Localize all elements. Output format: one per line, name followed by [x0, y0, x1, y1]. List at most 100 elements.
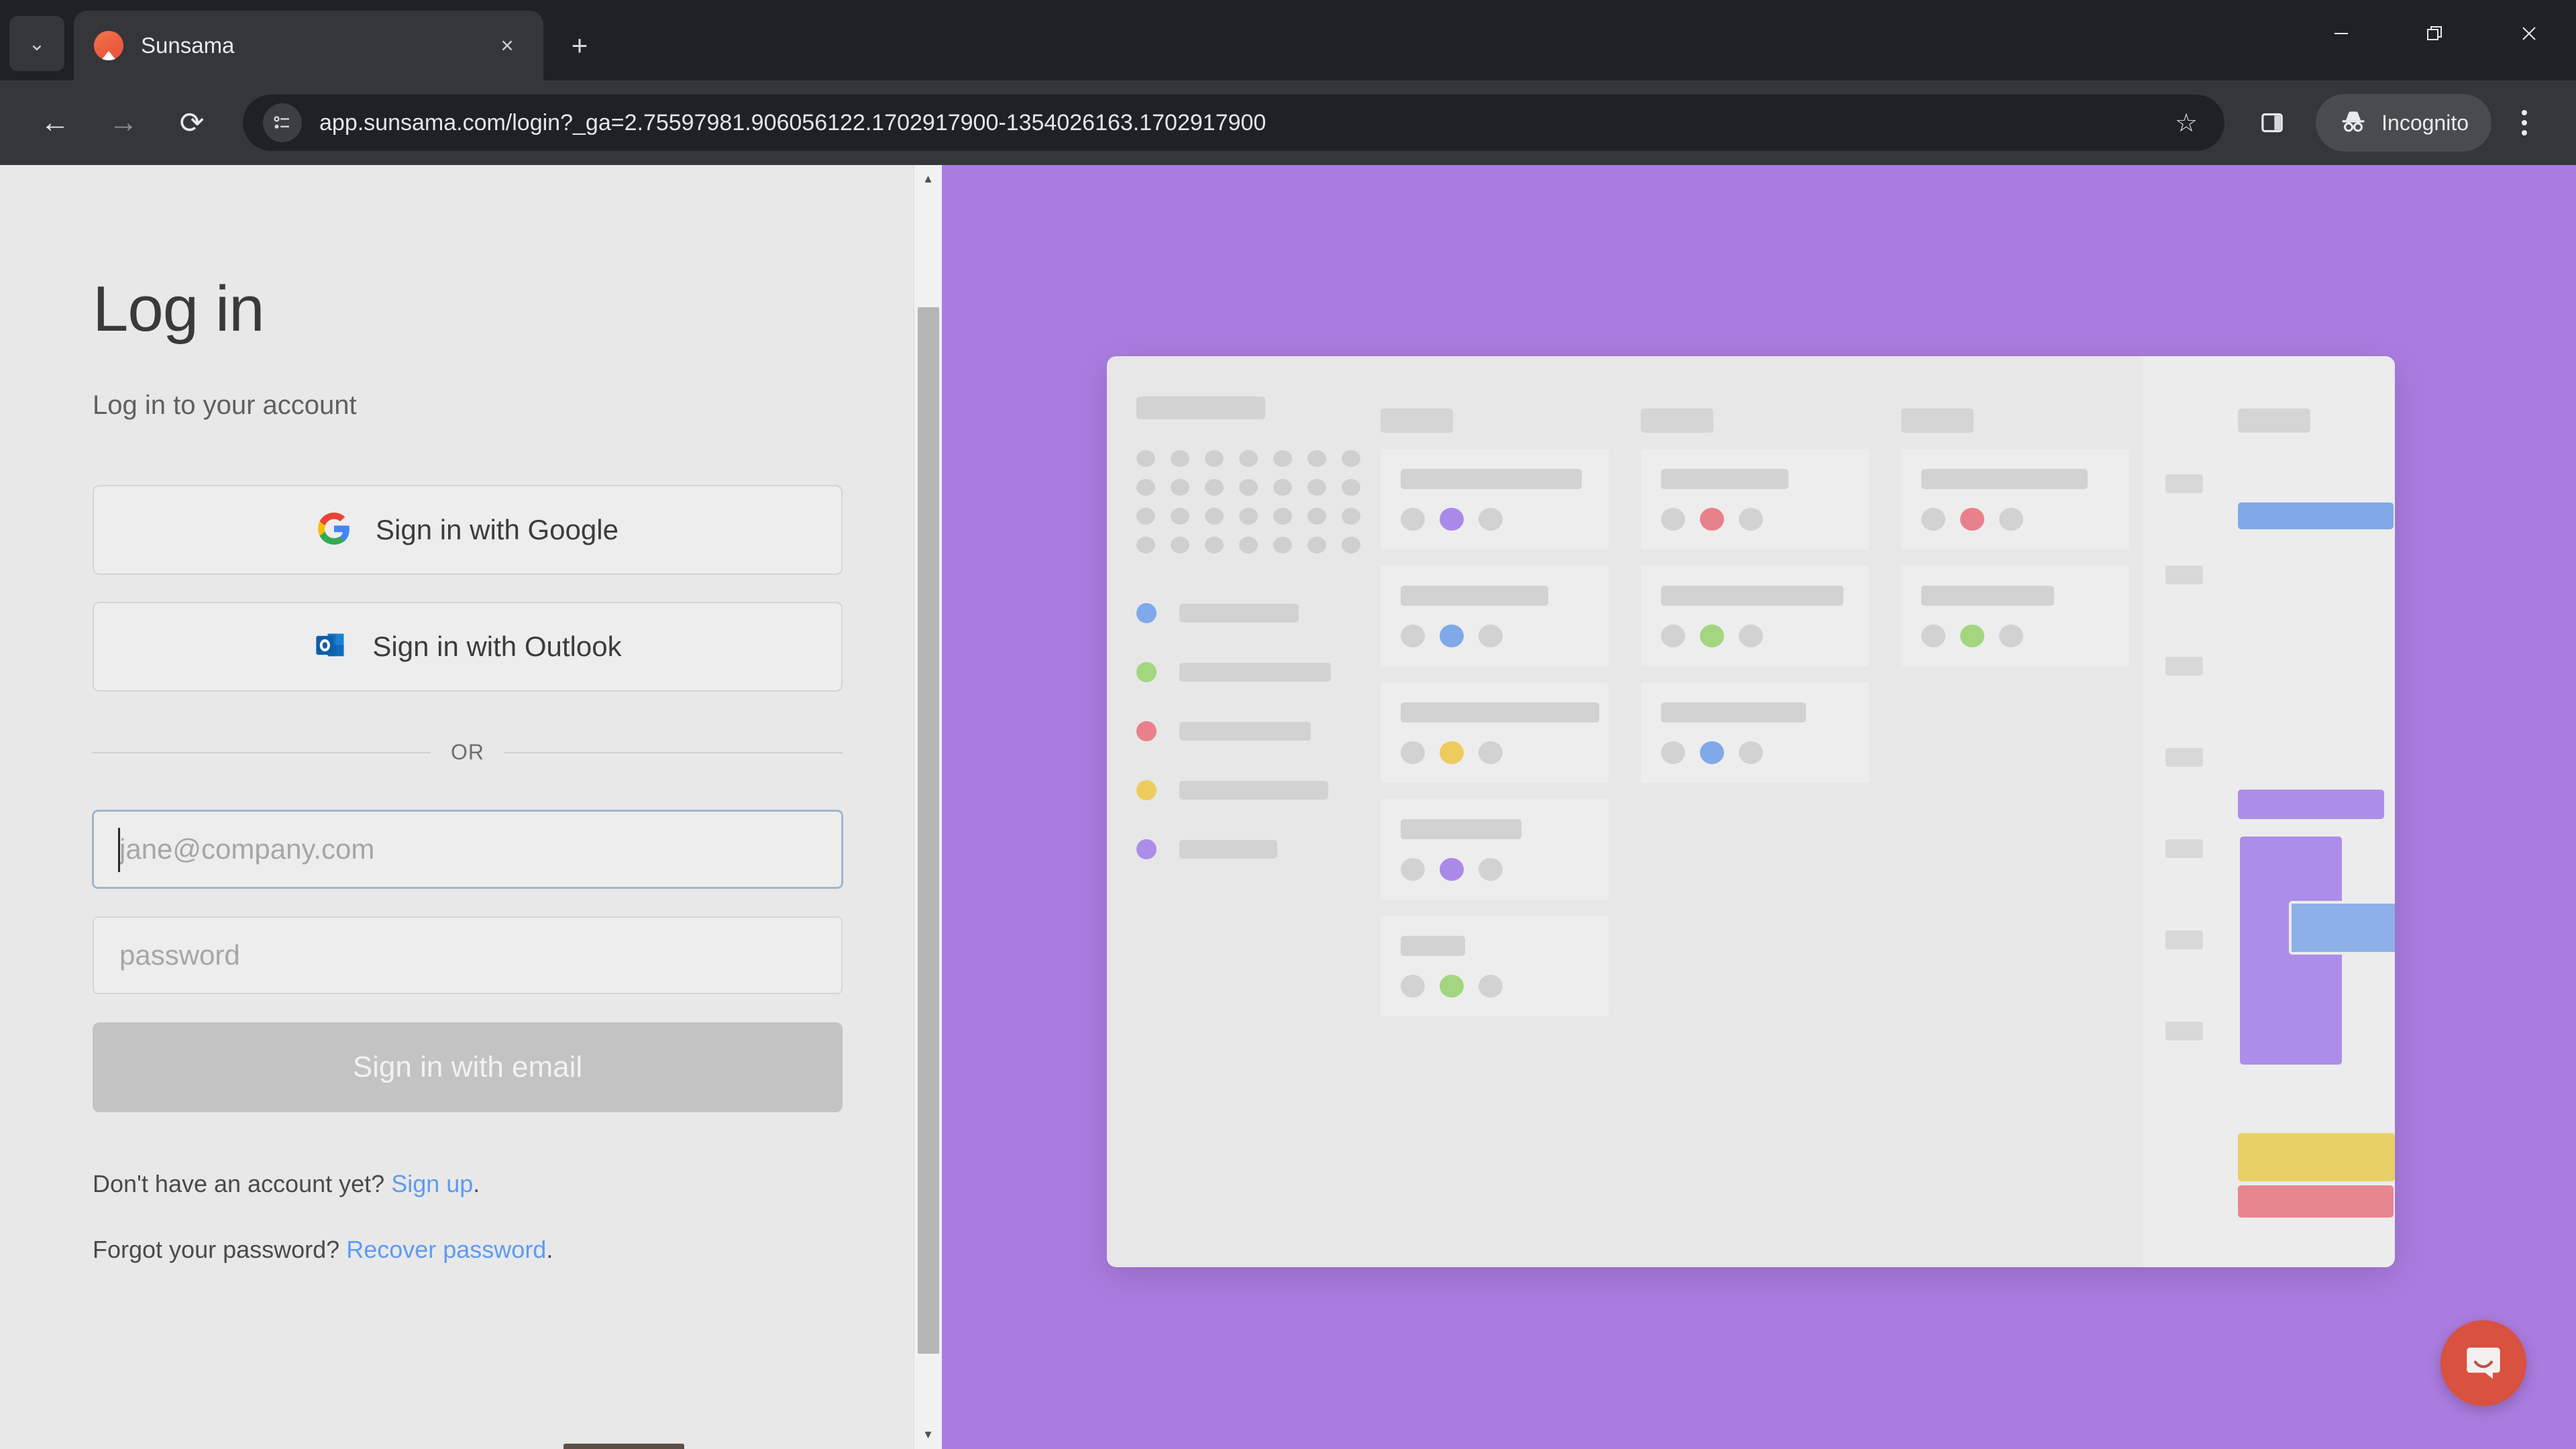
mock-task-title-placeholder — [1921, 469, 2088, 489]
google-icon — [317, 511, 352, 549]
minimize-icon[interactable] — [2294, 0, 2388, 67]
outlook-icon — [313, 628, 348, 666]
mock-task-meta-dots — [1401, 508, 1589, 531]
mock-grid-dot — [1136, 450, 1155, 467]
mock-task-title-placeholder — [1401, 936, 1465, 956]
mock-task-meta-dots — [1401, 975, 1589, 998]
mock-calendar-events — [2238, 450, 2395, 1267]
recover-password-link[interactable]: Recover password — [346, 1236, 546, 1263]
sign-in-with-outlook-button[interactable]: Sign in with Outlook — [93, 602, 843, 692]
page-bottom-element — [564, 1444, 684, 1449]
mock-grid-dot — [1342, 537, 1360, 553]
mock-sidebar-item-dot — [1136, 662, 1157, 682]
mock-task-dot — [1700, 741, 1724, 764]
email-input[interactable]: jane@company.com — [93, 810, 843, 888]
divider-line-right — [504, 751, 843, 753]
incognito-indicator[interactable]: Incognito — [2316, 94, 2491, 152]
sign-in-with-email-button[interactable]: Sign in with email — [93, 1022, 843, 1112]
app-preview-illustration — [1107, 356, 2395, 1267]
mock-grid-dot — [1307, 479, 1326, 496]
mock-task-dot — [1479, 508, 1503, 531]
incognito-hat-icon — [2339, 107, 2368, 140]
close-window-icon[interactable] — [2482, 0, 2576, 67]
incognito-label: Incognito — [2381, 110, 2469, 135]
side-panel-icon[interactable] — [2243, 94, 2301, 152]
mock-grid-dot — [1273, 450, 1292, 467]
mock-calendar-panel — [2143, 356, 2395, 1267]
mock-task-meta-dots — [1401, 858, 1589, 881]
signup-period: . — [473, 1170, 480, 1197]
address-bar[interactable]: app.sunsama.com/login?_ga=2.75597981.906… — [243, 95, 2225, 151]
sign-in-with-email-label: Sign in with email — [352, 1051, 583, 1083]
mock-sidebar-item-label-placeholder — [1179, 663, 1331, 682]
page-scrollbar[interactable]: ▲ ▼ — [914, 165, 942, 1449]
reload-icon[interactable]: ⟳ — [160, 91, 224, 155]
divider-line-left — [93, 751, 431, 753]
mock-task-dot — [1700, 625, 1724, 647]
mock-column-header-placeholder — [1901, 409, 1974, 433]
mock-task-card — [1901, 449, 2129, 549]
mock-task-dot — [1401, 975, 1425, 998]
sign-up-link[interactable]: Sign up — [391, 1170, 473, 1197]
mock-calendar-event-purple-bar — [2238, 790, 2384, 819]
mock-task-dot — [1440, 508, 1464, 531]
mock-calendar-header-placeholder — [2238, 409, 2310, 433]
mock-grid-dot — [1342, 450, 1360, 467]
mock-sidebar-item-label-placeholder — [1179, 840, 1277, 859]
scroll-up-icon[interactable]: ▲ — [914, 165, 943, 193]
mock-task-card — [1641, 566, 1869, 666]
mock-grid-dot — [1171, 479, 1189, 496]
mock-task-title-placeholder — [1661, 469, 1788, 489]
mock-grid-dot — [1136, 537, 1155, 553]
mock-grid-dot — [1136, 479, 1155, 496]
new-tab-button[interactable]: + — [555, 21, 604, 70]
mock-sidebar-item — [1136, 662, 1362, 682]
mock-calendar-time-label — [2165, 839, 2203, 858]
mock-grid-dot — [1273, 508, 1292, 525]
browser-tab-sunsama[interactable]: Sunsama × — [74, 11, 543, 80]
mock-task-dot — [1921, 625, 1945, 647]
forward-icon[interactable]: → — [91, 91, 156, 155]
mock-grid-dot — [1205, 508, 1224, 525]
mock-calendar-time-label — [2165, 748, 2203, 767]
mock-task-dot — [1700, 508, 1724, 531]
password-input[interactable]: password — [93, 916, 843, 994]
mock-task-card — [1381, 682, 1609, 783]
mock-task-card — [1381, 566, 1609, 666]
maximize-restore-icon[interactable] — [2388, 0, 2482, 67]
mock-task-dot — [1999, 625, 2023, 647]
bookmark-star-icon[interactable]: ☆ — [2160, 108, 2212, 138]
scroll-down-icon[interactable]: ▼ — [914, 1421, 943, 1449]
page-viewport: Log in Log in to your account Sign in wi… — [0, 165, 2576, 1449]
mock-sidebar-item — [1136, 839, 1362, 859]
site-settings-icon[interactable] — [263, 103, 302, 142]
close-icon[interactable]: × — [491, 33, 523, 58]
intercom-chat-icon[interactable] — [2440, 1320, 2526, 1406]
scrollbar-track[interactable] — [914, 193, 943, 1421]
tab-search-icon[interactable]: ⌄ — [9, 16, 64, 71]
mock-task-dot — [1960, 508, 1984, 531]
scrollbar-thumb[interactable] — [917, 307, 939, 1354]
mock-sidebar-item-dot — [1136, 721, 1157, 741]
tab-title: Sunsama — [141, 33, 235, 58]
mock-grid-dot — [1273, 479, 1292, 496]
mock-task-meta-dots — [1921, 625, 2109, 647]
forgot-prompt: Forgot your password? — [93, 1236, 340, 1263]
mock-task-title-placeholder — [1401, 586, 1548, 606]
sign-in-with-outlook-label: Sign in with Outlook — [372, 631, 622, 662]
mock-sidebar-item — [1136, 780, 1362, 800]
mock-task-dot — [1401, 625, 1425, 647]
mock-task-dot — [1479, 858, 1503, 881]
sign-in-with-google-button[interactable]: Sign in with Google — [93, 485, 843, 575]
mock-grid-dot — [1205, 479, 1224, 496]
back-icon[interactable]: ← — [23, 91, 87, 155]
mock-calendar-time-label — [2165, 1022, 2203, 1040]
mock-grid-dot — [1205, 450, 1224, 467]
kebab-menu-icon[interactable] — [2496, 94, 2553, 152]
mock-task-dot — [1440, 741, 1464, 764]
mock-grid-dot — [1273, 537, 1292, 553]
mock-task-meta-dots — [1661, 741, 1849, 764]
recover-period: . — [546, 1236, 553, 1263]
mock-grid-dot — [1307, 450, 1326, 467]
mock-grid-dot — [1239, 537, 1258, 553]
